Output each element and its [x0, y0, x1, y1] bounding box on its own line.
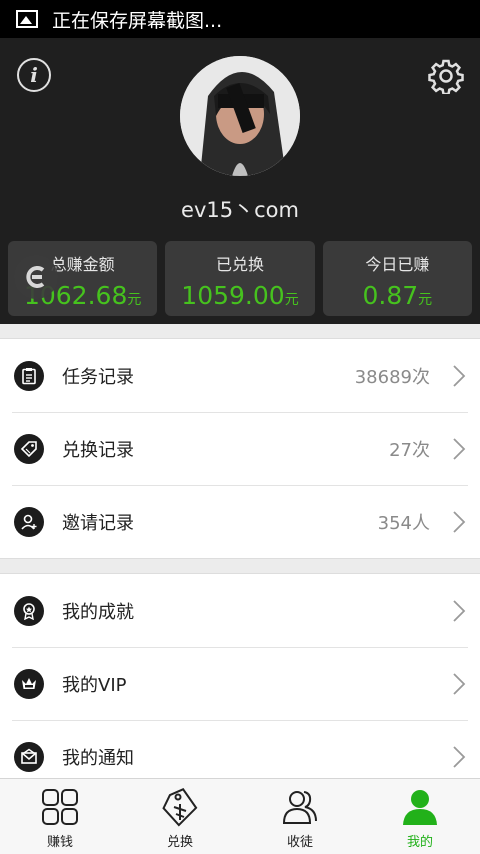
- menu-count: 38689次: [354, 366, 430, 388]
- menu-item-task-records[interactable]: 任务记录 38689次: [0, 339, 480, 412]
- tab-label: 收徒: [286, 835, 313, 850]
- chevron-right-icon: [453, 437, 466, 460]
- floating-assistant-icon[interactable]: [14, 255, 58, 299]
- bottom-tab-bar: 赚钱 兑换 收徒 我的: [0, 778, 480, 854]
- menu-count: 27次: [389, 439, 430, 461]
- image-icon: [16, 10, 38, 28]
- tab-label: 赚钱: [46, 835, 73, 850]
- tab-exchange[interactable]: 兑换: [120, 779, 240, 854]
- stat-value: 1059.00元: [181, 281, 299, 310]
- tab-earn[interactable]: 赚钱: [0, 779, 120, 854]
- avatar[interactable]: [180, 56, 300, 176]
- medal-icon: [14, 595, 44, 626]
- coupon-icon: [162, 788, 198, 827]
- menu-item-exchange-records[interactable]: 兑换记录 27次: [0, 412, 480, 485]
- menu-label: 邀请记录: [62, 512, 134, 534]
- tab-label: 兑换: [166, 835, 193, 850]
- tag-icon: [14, 433, 44, 464]
- chevron-right-icon: [453, 510, 466, 533]
- crown-icon: [14, 668, 44, 699]
- user-add-icon: [14, 506, 44, 537]
- menu-label: 我的VIP: [62, 674, 127, 696]
- grid-icon: [42, 789, 78, 825]
- menu-item-achievements[interactable]: 我的成就: [0, 574, 480, 647]
- menu-label: 我的成就: [62, 601, 134, 623]
- stat-exchanged[interactable]: 已兑换 1059.00元: [165, 241, 315, 316]
- menu-label: 兑换记录: [62, 439, 134, 461]
- menu-item-vip[interactable]: 我的VIP: [0, 647, 480, 720]
- tab-label: 我的: [406, 835, 433, 850]
- envelope-icon: [14, 741, 44, 772]
- username: ev15丶com: [181, 198, 299, 222]
- stat-total-earned[interactable]: 总赚金额 1062.68元: [8, 241, 158, 316]
- person-icon: [403, 790, 437, 825]
- status-text: 正在保存屏幕截图...: [52, 9, 223, 32]
- stats-row: 总赚金额 1062.68元 已兑换 1059.00元 今日已赚 0.87元: [8, 241, 472, 316]
- chevron-right-icon: [453, 672, 466, 695]
- records-group: 任务记录 38689次 兑换记录 27次 邀请记录 354人: [0, 338, 480, 559]
- gear-icon[interactable]: [428, 58, 464, 94]
- chevron-right-icon: [453, 745, 466, 768]
- chevron-right-icon: [453, 599, 466, 622]
- stat-today-earned[interactable]: 今日已赚 0.87元: [322, 241, 472, 316]
- chevron-right-icon: [453, 364, 466, 387]
- tab-disciples[interactable]: 收徒: [240, 779, 360, 854]
- stat-label: 今日已赚: [365, 255, 430, 274]
- menu-item-invite-records[interactable]: 邀请记录 354人: [0, 485, 480, 558]
- tab-mine[interactable]: 我的: [360, 779, 480, 854]
- stat-value: 0.87元: [362, 281, 433, 310]
- menu-count: 354人: [377, 512, 430, 534]
- menu-label: 任务记录: [62, 366, 134, 388]
- info-icon[interactable]: i: [17, 58, 51, 92]
- clipboard-icon: [14, 360, 44, 391]
- status-bar: 正在保存屏幕截图...: [0, 0, 480, 38]
- mine-group: 我的成就 我的VIP 我的通知: [0, 573, 480, 794]
- stat-label: 已兑换: [215, 255, 264, 274]
- profile-header: i ev15丶com 总赚金额 1062.68元 已兑换 1059.00元 今日…: [0, 38, 480, 324]
- menu-label: 我的通知: [62, 747, 134, 769]
- people-icon: [282, 791, 317, 824]
